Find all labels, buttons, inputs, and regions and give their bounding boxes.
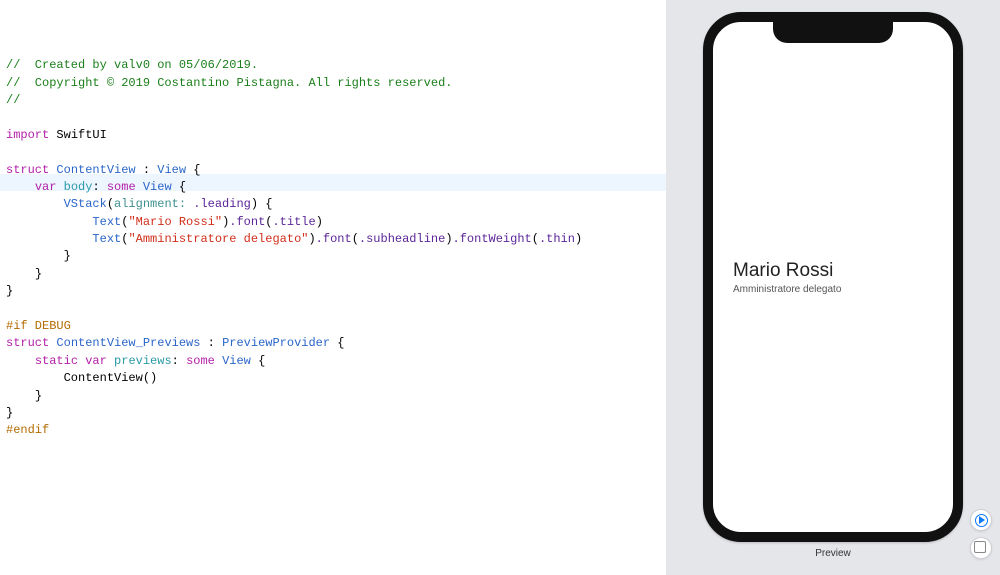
- preview-subtitle-text: Amministratore delegato: [733, 284, 841, 295]
- preview-title-text: Mario Rossi: [733, 260, 833, 282]
- preview-label: Preview: [815, 548, 851, 559]
- device-frame[interactable]: Mario Rossi Amministratore delegato: [703, 12, 963, 542]
- preview-canvas: Mario Rossi Amministratore delegato Prev…: [666, 0, 1000, 575]
- live-preview-button[interactable]: [970, 509, 992, 531]
- preview-action-buttons: [970, 509, 992, 559]
- play-icon: [975, 514, 988, 527]
- source-code: // Created by valv0 on 05/06/2019. // Co…: [6, 57, 666, 440]
- device-notch: [773, 21, 893, 43]
- inspect-preview-button[interactable]: [970, 537, 992, 559]
- code-editor[interactable]: // Created by valv0 on 05/06/2019. // Co…: [0, 0, 666, 575]
- duplicate-icon: [976, 543, 986, 553]
